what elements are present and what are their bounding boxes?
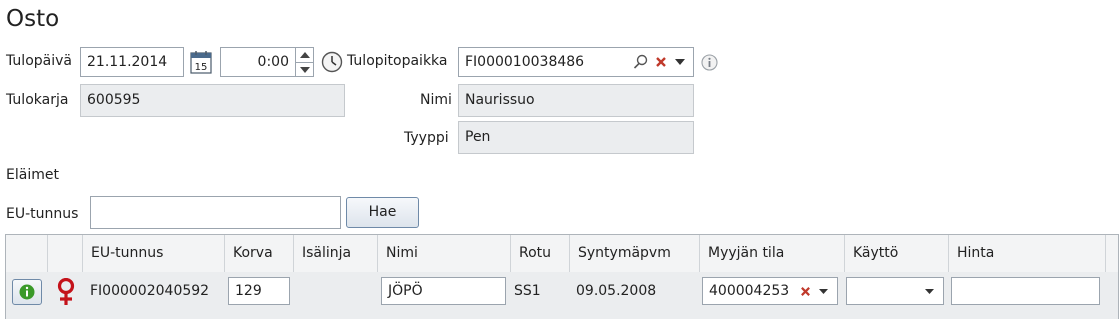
grid-header-rotu[interactable]: Rotu bbox=[511, 235, 570, 272]
grid-header-nimi[interactable]: Nimi bbox=[378, 235, 511, 272]
grid-header: EU-tunnus Korva Isälinja Nimi Rotu Synty… bbox=[6, 235, 1118, 273]
grid-header-korva[interactable]: Korva bbox=[225, 235, 294, 272]
cell-korva-input[interactable]: 129 bbox=[228, 277, 290, 305]
origin-value: FI000010038486 bbox=[465, 54, 585, 70]
cell-eu-tunnus: FI000002040592 bbox=[90, 283, 210, 299]
grid-header-info bbox=[6, 235, 48, 272]
row-info-button[interactable] bbox=[12, 279, 42, 305]
spinner-up-icon[interactable] bbox=[296, 48, 314, 63]
chevron-down-icon[interactable] bbox=[816, 284, 830, 298]
female-icon bbox=[55, 277, 77, 307]
name-label: Nimi bbox=[420, 92, 452, 108]
spinner-down-icon[interactable] bbox=[296, 63, 314, 76]
info-green-icon bbox=[19, 284, 35, 300]
clock-icon bbox=[320, 50, 344, 74]
chevron-down-icon[interactable] bbox=[672, 53, 688, 71]
calendar-day: 15 bbox=[195, 62, 208, 73]
arrival-date-field[interactable]: 21.11.2014 bbox=[80, 47, 184, 77]
cell-rotu: SS1 bbox=[514, 283, 541, 299]
cell-syntymapvm: 09.05.2008 bbox=[576, 283, 657, 299]
cell-nimi-input[interactable]: JÖPÖ bbox=[381, 277, 506, 305]
info-icon[interactable] bbox=[700, 53, 718, 71]
grid-header-sex bbox=[48, 235, 83, 272]
animals-section-label: Eläimet bbox=[6, 167, 59, 183]
herd-label: Tulokarja bbox=[6, 92, 69, 108]
clear-icon[interactable] bbox=[798, 284, 812, 298]
origin-label: Tulopitopaikka bbox=[347, 53, 448, 69]
cell-myyjan-tila-value: 400004253 bbox=[709, 283, 790, 299]
grid-header-hinta[interactable]: Hinta bbox=[949, 235, 1106, 272]
eu-id-search-input[interactable] bbox=[90, 196, 341, 229]
time-spinner[interactable] bbox=[295, 48, 314, 76]
page-title: Osto bbox=[6, 6, 60, 32]
cell-hinta-input[interactable] bbox=[951, 277, 1100, 305]
grid-header-eu-tunnus[interactable]: EU-tunnus bbox=[83, 235, 225, 272]
type-field: Pen bbox=[458, 121, 694, 154]
calendar-icon[interactable]: 15 bbox=[189, 50, 213, 74]
animals-grid: EU-tunnus Korva Isälinja Nimi Rotu Synty… bbox=[5, 234, 1119, 319]
type-label: Tyyppi bbox=[404, 130, 449, 146]
eu-id-label: EU-tunnus bbox=[6, 206, 79, 222]
grid-header-myyjan-tila[interactable]: Myyjän tila bbox=[700, 235, 845, 272]
clear-icon[interactable] bbox=[652, 53, 670, 71]
grid-header-isalinja[interactable]: Isälinja bbox=[294, 235, 378, 272]
name-field: Naurissuo bbox=[458, 84, 694, 117]
grid-header-syntymapvm[interactable]: Syntymäpvm bbox=[570, 235, 700, 272]
search-icon[interactable] bbox=[632, 53, 650, 71]
grid-header-kaytto[interactable]: Käyttö bbox=[845, 235, 949, 272]
arrival-date-label: Tulopäivä bbox=[6, 53, 72, 69]
search-button[interactable]: Hae bbox=[346, 197, 419, 228]
herd-field: 600595 bbox=[80, 84, 345, 117]
chevron-down-icon[interactable] bbox=[922, 284, 936, 298]
